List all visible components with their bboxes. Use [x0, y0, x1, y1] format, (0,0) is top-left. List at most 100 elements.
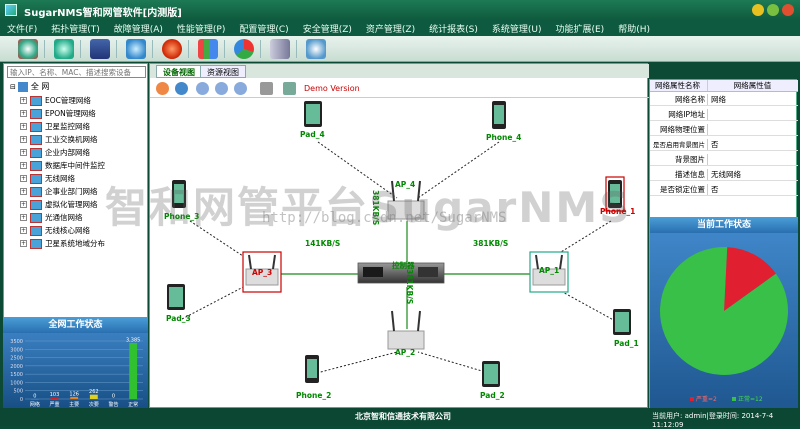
- zoom-out-icon[interactable]: [215, 82, 228, 95]
- save-icon[interactable]: [90, 39, 110, 59]
- tree-root[interactable]: ⊟ 全 网: [10, 81, 49, 92]
- tab-device-view[interactable]: 设备视图: [156, 65, 202, 78]
- toolbar-divider: [80, 40, 81, 58]
- tree-item[interactable]: + 企业内部网络: [20, 146, 90, 159]
- tab-resource-view[interactable]: 资源视图: [200, 65, 246, 78]
- x-tick-label: 严重: [49, 401, 59, 408]
- help-window-icon[interactable]: [752, 4, 764, 16]
- expand-icon[interactable]: +: [20, 214, 27, 221]
- tree-item[interactable]: + 数据库中间件监控: [20, 159, 105, 172]
- tree-item[interactable]: + 光通信网络: [20, 211, 83, 224]
- sync-icon[interactable]: [126, 39, 146, 59]
- server-icon[interactable]: [270, 39, 290, 59]
- expand-icon[interactable]: +: [20, 175, 27, 182]
- expand-icon[interactable]: +: [20, 201, 27, 208]
- network-icon: [30, 173, 42, 184]
- property-row[interactable]: 是否锁定位置否: [650, 184, 798, 196]
- expand-icon[interactable]: +: [20, 97, 27, 104]
- pad1-device[interactable]: [613, 309, 631, 335]
- settings-icon[interactable]: [306, 39, 326, 59]
- pad-screen: [169, 287, 183, 307]
- property-row[interactable]: 网络IP地址: [650, 109, 798, 121]
- menu-report[interactable]: 统计报表(S): [422, 20, 485, 36]
- network-icon: [30, 134, 42, 145]
- pad-screen: [484, 364, 498, 384]
- menu-fault[interactable]: 故障管理(A): [107, 20, 170, 36]
- close-icon[interactable]: [782, 4, 794, 16]
- tree-item[interactable]: + EOC管理网络: [20, 94, 91, 107]
- prop-header-name: 网络属性名称: [650, 80, 708, 91]
- menu-extension[interactable]: 功能扩展(E): [548, 20, 611, 36]
- pad2-device[interactable]: [482, 361, 500, 387]
- ap2-device[interactable]: [387, 310, 425, 350]
- tree-item-label: 卫星系统地域分布: [45, 239, 105, 248]
- menu-security[interactable]: 安全管理(Z): [296, 20, 359, 36]
- expand-icon[interactable]: +: [20, 110, 27, 117]
- expand-icon[interactable]: +: [20, 188, 27, 195]
- property-row[interactable]: 描述信息 无线网络: [650, 169, 798, 181]
- print-icon[interactable]: [260, 82, 273, 95]
- phone2-device[interactable]: [305, 355, 319, 383]
- expand-icon[interactable]: +: [20, 123, 27, 130]
- property-row[interactable]: 背景图片: [650, 154, 798, 166]
- pad4-device[interactable]: [304, 101, 322, 127]
- property-row[interactable]: 网络名称 网络: [650, 94, 798, 106]
- prop-value: [708, 154, 711, 165]
- zoom-fit-icon[interactable]: [234, 82, 247, 95]
- prop-key: 网络物理位置: [650, 124, 708, 135]
- statistics-icon[interactable]: [234, 39, 254, 59]
- expand-icon[interactable]: +: [20, 149, 27, 156]
- expand-icon[interactable]: +: [20, 136, 27, 143]
- properties-header: 网络属性名称 网络属性值: [650, 80, 798, 92]
- antenna: [391, 310, 395, 332]
- tree-item-label: 光通信网络: [45, 213, 83, 222]
- network-icon: [17, 81, 28, 92]
- expand-icon[interactable]: +: [20, 227, 27, 234]
- device-search-input[interactable]: [7, 66, 146, 78]
- tree-root-label: 全 网: [30, 82, 50, 91]
- alarm-icon[interactable]: [162, 39, 182, 59]
- menu-asset[interactable]: 资产管理(Z): [359, 20, 422, 36]
- network-icon: [30, 212, 42, 223]
- tree-item[interactable]: + 无线网络: [20, 172, 75, 185]
- zoom-in-icon[interactable]: [196, 82, 209, 95]
- label-phone4: Phone_4: [486, 133, 522, 142]
- tree-item[interactable]: + 无线核心网络: [20, 224, 90, 237]
- property-row[interactable]: 网络物理位置: [650, 124, 798, 136]
- y-tick-label: 500: [13, 389, 23, 395]
- current-status-title: 当前工作状态: [650, 217, 798, 233]
- menu-config[interactable]: 配置管理(C): [232, 20, 295, 36]
- tree-item[interactable]: + 卫星监控网络: [20, 120, 90, 133]
- phone4-device[interactable]: [492, 101, 506, 129]
- menu-help[interactable]: 帮助(H): [611, 20, 657, 36]
- collapse-icon[interactable]: ⊟: [10, 83, 16, 91]
- tree-item[interactable]: + 工业交换机网络: [20, 133, 98, 146]
- menu-file[interactable]: 文件(F): [0, 20, 44, 36]
- pad3-device[interactable]: [167, 284, 185, 310]
- view-tabs: 设备视图 资源视图: [150, 64, 649, 78]
- network-icon: [30, 108, 42, 119]
- layout-icon[interactable]: [156, 82, 169, 95]
- menu-topology[interactable]: 拓扑管理(T): [44, 20, 107, 36]
- expand-icon[interactable]: +: [20, 162, 27, 169]
- legend-swatch: [732, 397, 736, 401]
- refresh-icon[interactable]: [54, 39, 74, 59]
- network-icon: [30, 147, 42, 158]
- home-icon[interactable]: [18, 39, 38, 59]
- tree-item[interactable]: + EPON管理网络: [20, 107, 96, 120]
- menu-bar: 文件(F) 拓扑管理(T) 故障管理(A) 性能管理(P) 配置管理(C) 安全…: [0, 20, 800, 36]
- bar-value-label: 262: [89, 389, 99, 395]
- tree-item[interactable]: + 卫星系统地域分布: [20, 237, 105, 250]
- title-bar: SugarNMS智和网管软件[内测版]: [0, 0, 800, 20]
- performance-chart-icon[interactable]: [198, 39, 218, 59]
- menu-performance[interactable]: 性能管理(P): [170, 20, 232, 36]
- menu-system[interactable]: 系统管理(U): [485, 20, 549, 36]
- tree-item[interactable]: + 虚拟化管理网络: [20, 198, 98, 211]
- minimize-icon[interactable]: [767, 4, 779, 16]
- expand-icon[interactable]: +: [20, 240, 27, 247]
- property-row[interactable]: 是否启用背景图片否: [650, 139, 798, 151]
- refresh-view-icon[interactable]: [175, 82, 188, 95]
- tree-item-label: EPON管理网络: [45, 109, 96, 118]
- tree-item[interactable]: + 企事业部门网络: [20, 185, 98, 198]
- export-image-icon[interactable]: [283, 82, 296, 95]
